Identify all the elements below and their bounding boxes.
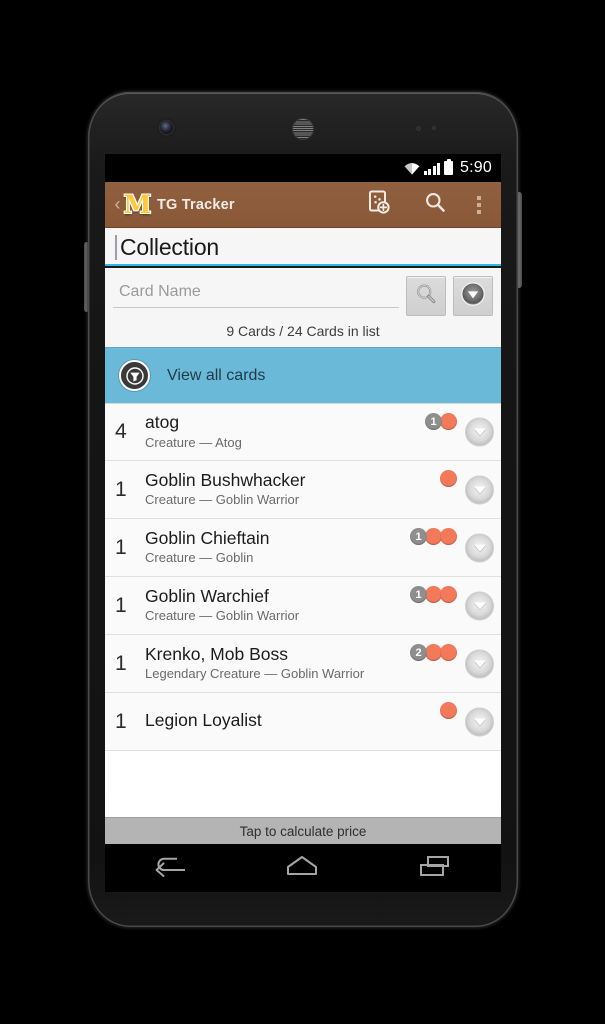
mana-pip-red <box>440 413 457 430</box>
card-quantity: 1 <box>115 593 127 617</box>
mana-cost <box>440 470 457 487</box>
row-expand-button[interactable] <box>465 475 494 504</box>
chevron-down-icon <box>473 428 486 436</box>
mana-pip-red <box>440 586 457 603</box>
collection-name-field[interactable]: Collection <box>105 228 501 266</box>
mana-pip-red <box>440 528 457 545</box>
card-type-line: Creature — Goblin Warrior <box>145 492 300 508</box>
search-button[interactable] <box>407 182 463 228</box>
card-list: 4 atog Creature — Atog 1 1 Goblin Bushwh… <box>105 403 501 751</box>
calculate-price-label: Tap to calculate price <box>239 823 367 839</box>
calculate-price-bar[interactable]: Tap to calculate price <box>105 817 501 844</box>
collection-name-value: Collection <box>120 234 219 260</box>
wifi-icon <box>404 163 420 175</box>
search-icon <box>424 191 446 218</box>
card-name-field-wrap <box>113 276 399 308</box>
status-bar-clock: 5:90 <box>460 159 492 176</box>
status-bar: 5:90 <box>105 154 501 182</box>
mana-pip-generic: 1 <box>410 528 427 545</box>
power-button[interactable] <box>517 192 522 288</box>
row-expand-button[interactable] <box>465 533 494 562</box>
text-caret <box>115 235 117 260</box>
table-row[interactable]: 1 Goblin Bushwhacker Creature — Goblin W… <box>105 461 501 519</box>
view-all-cards-label: View all cards <box>167 366 266 384</box>
card-name: Goblin Bushwhacker <box>145 469 306 490</box>
mana-pip-generic: 1 <box>410 586 427 603</box>
front-camera-icon <box>160 121 173 134</box>
card-search-zone: 9 Cards / 24 Cards in list <box>105 268 501 347</box>
overflow-menu-button[interactable] <box>463 182 495 228</box>
screenshot-stage: 5:90 ‹ M TG Tracker Collection Card Name… <box>0 0 605 1024</box>
up-navigation-chevron-icon[interactable]: ‹ <box>111 194 124 215</box>
volume-button[interactable] <box>84 242 88 312</box>
chevron-down-circle-icon <box>460 281 486 312</box>
mana-pip-red <box>440 470 457 487</box>
card-quantity: 1 <box>115 709 127 733</box>
view-all-cards-banner[interactable]: View all cards <box>105 347 501 403</box>
mana-pip-generic: 2 <box>410 644 427 661</box>
app-title: TG Tracker <box>157 196 235 213</box>
chevron-down-icon <box>473 718 486 725</box>
mana-pip-red <box>440 644 457 661</box>
home-nav-icon[interactable] <box>281 853 323 884</box>
cellular-signal-icon <box>423 163 441 175</box>
back-nav-icon[interactable] <box>151 853 189 884</box>
row-expand-button[interactable] <box>465 417 494 447</box>
action-bar-actions <box>351 182 495 228</box>
table-row[interactable]: 1 Goblin Chieftain Creature — Goblin 1 <box>105 519 501 577</box>
mana-cost: 2 <box>410 644 457 661</box>
light-sensor <box>432 126 436 130</box>
magnifier-icon <box>414 282 438 311</box>
status-bar-icons <box>404 158 454 175</box>
chevron-down-icon <box>473 544 486 551</box>
mana-cost <box>440 702 457 719</box>
add-card-button[interactable] <box>351 182 407 228</box>
filter-dropdown-button[interactable] <box>453 276 493 316</box>
mana-pip-generic: 1 <box>425 413 442 430</box>
collection-name-row: Collection <box>115 234 491 261</box>
card-type-line: Creature — Atog <box>145 434 242 450</box>
card-quantity: 1 <box>115 477 127 501</box>
chevron-down-icon <box>473 602 486 609</box>
card-quantity: 1 <box>115 535 127 559</box>
app-action-bar: ‹ M TG Tracker <box>105 182 501 228</box>
table-row[interactable]: 1 Legion Loyalist <box>105 693 501 751</box>
card-quantity: 4 <box>115 420 127 443</box>
android-navigation-bar <box>105 844 501 892</box>
search-cards-button[interactable] <box>406 276 446 316</box>
mana-pip-red <box>440 702 457 719</box>
mana-cost: 1 <box>410 586 457 603</box>
phone-screen: 5:90 ‹ M TG Tracker Collection Card Name… <box>105 154 501 844</box>
row-expand-button[interactable] <box>465 707 494 736</box>
card-type-line: Legendary Creature — Goblin Warrior <box>145 666 365 682</box>
card-name: Legion Loyalist <box>145 710 262 731</box>
table-row[interactable]: 1 Krenko, Mob Boss Legendary Creature — … <box>105 635 501 693</box>
mana-cost: 1 <box>425 413 457 430</box>
card-type-line: Creature — Goblin <box>145 550 254 566</box>
row-expand-button[interactable] <box>465 649 494 678</box>
table-row[interactable]: 4 atog Creature — Atog 1 <box>105 403 501 461</box>
table-row[interactable]: 1 Goblin Warchief Creature — Goblin Warr… <box>105 577 501 635</box>
card-count-summary: 9 Cards / 24 Cards in list <box>113 316 493 347</box>
proximity-sensor <box>416 126 421 131</box>
chevron-down-icon <box>473 486 486 493</box>
add-card-icon <box>368 190 390 219</box>
overflow-menu-icon <box>477 195 481 214</box>
row-expand-button[interactable] <box>465 591 494 620</box>
chevron-down-icon <box>473 660 486 667</box>
mana-cost: 1 <box>410 528 457 545</box>
battery-icon <box>444 158 454 175</box>
card-search-row <box>113 276 493 316</box>
phone-device-frame: 5:90 ‹ M TG Tracker Collection Card Name… <box>84 92 522 927</box>
earpiece-speaker <box>292 118 314 140</box>
card-type-line: Creature — Goblin Warrior <box>145 608 300 624</box>
recents-nav-icon[interactable] <box>415 853 455 884</box>
card-name-input[interactable] <box>113 280 399 308</box>
card-quantity: 1 <box>115 651 127 675</box>
view-all-cards-icon <box>119 360 150 391</box>
app-logo-icon: M <box>123 190 152 219</box>
